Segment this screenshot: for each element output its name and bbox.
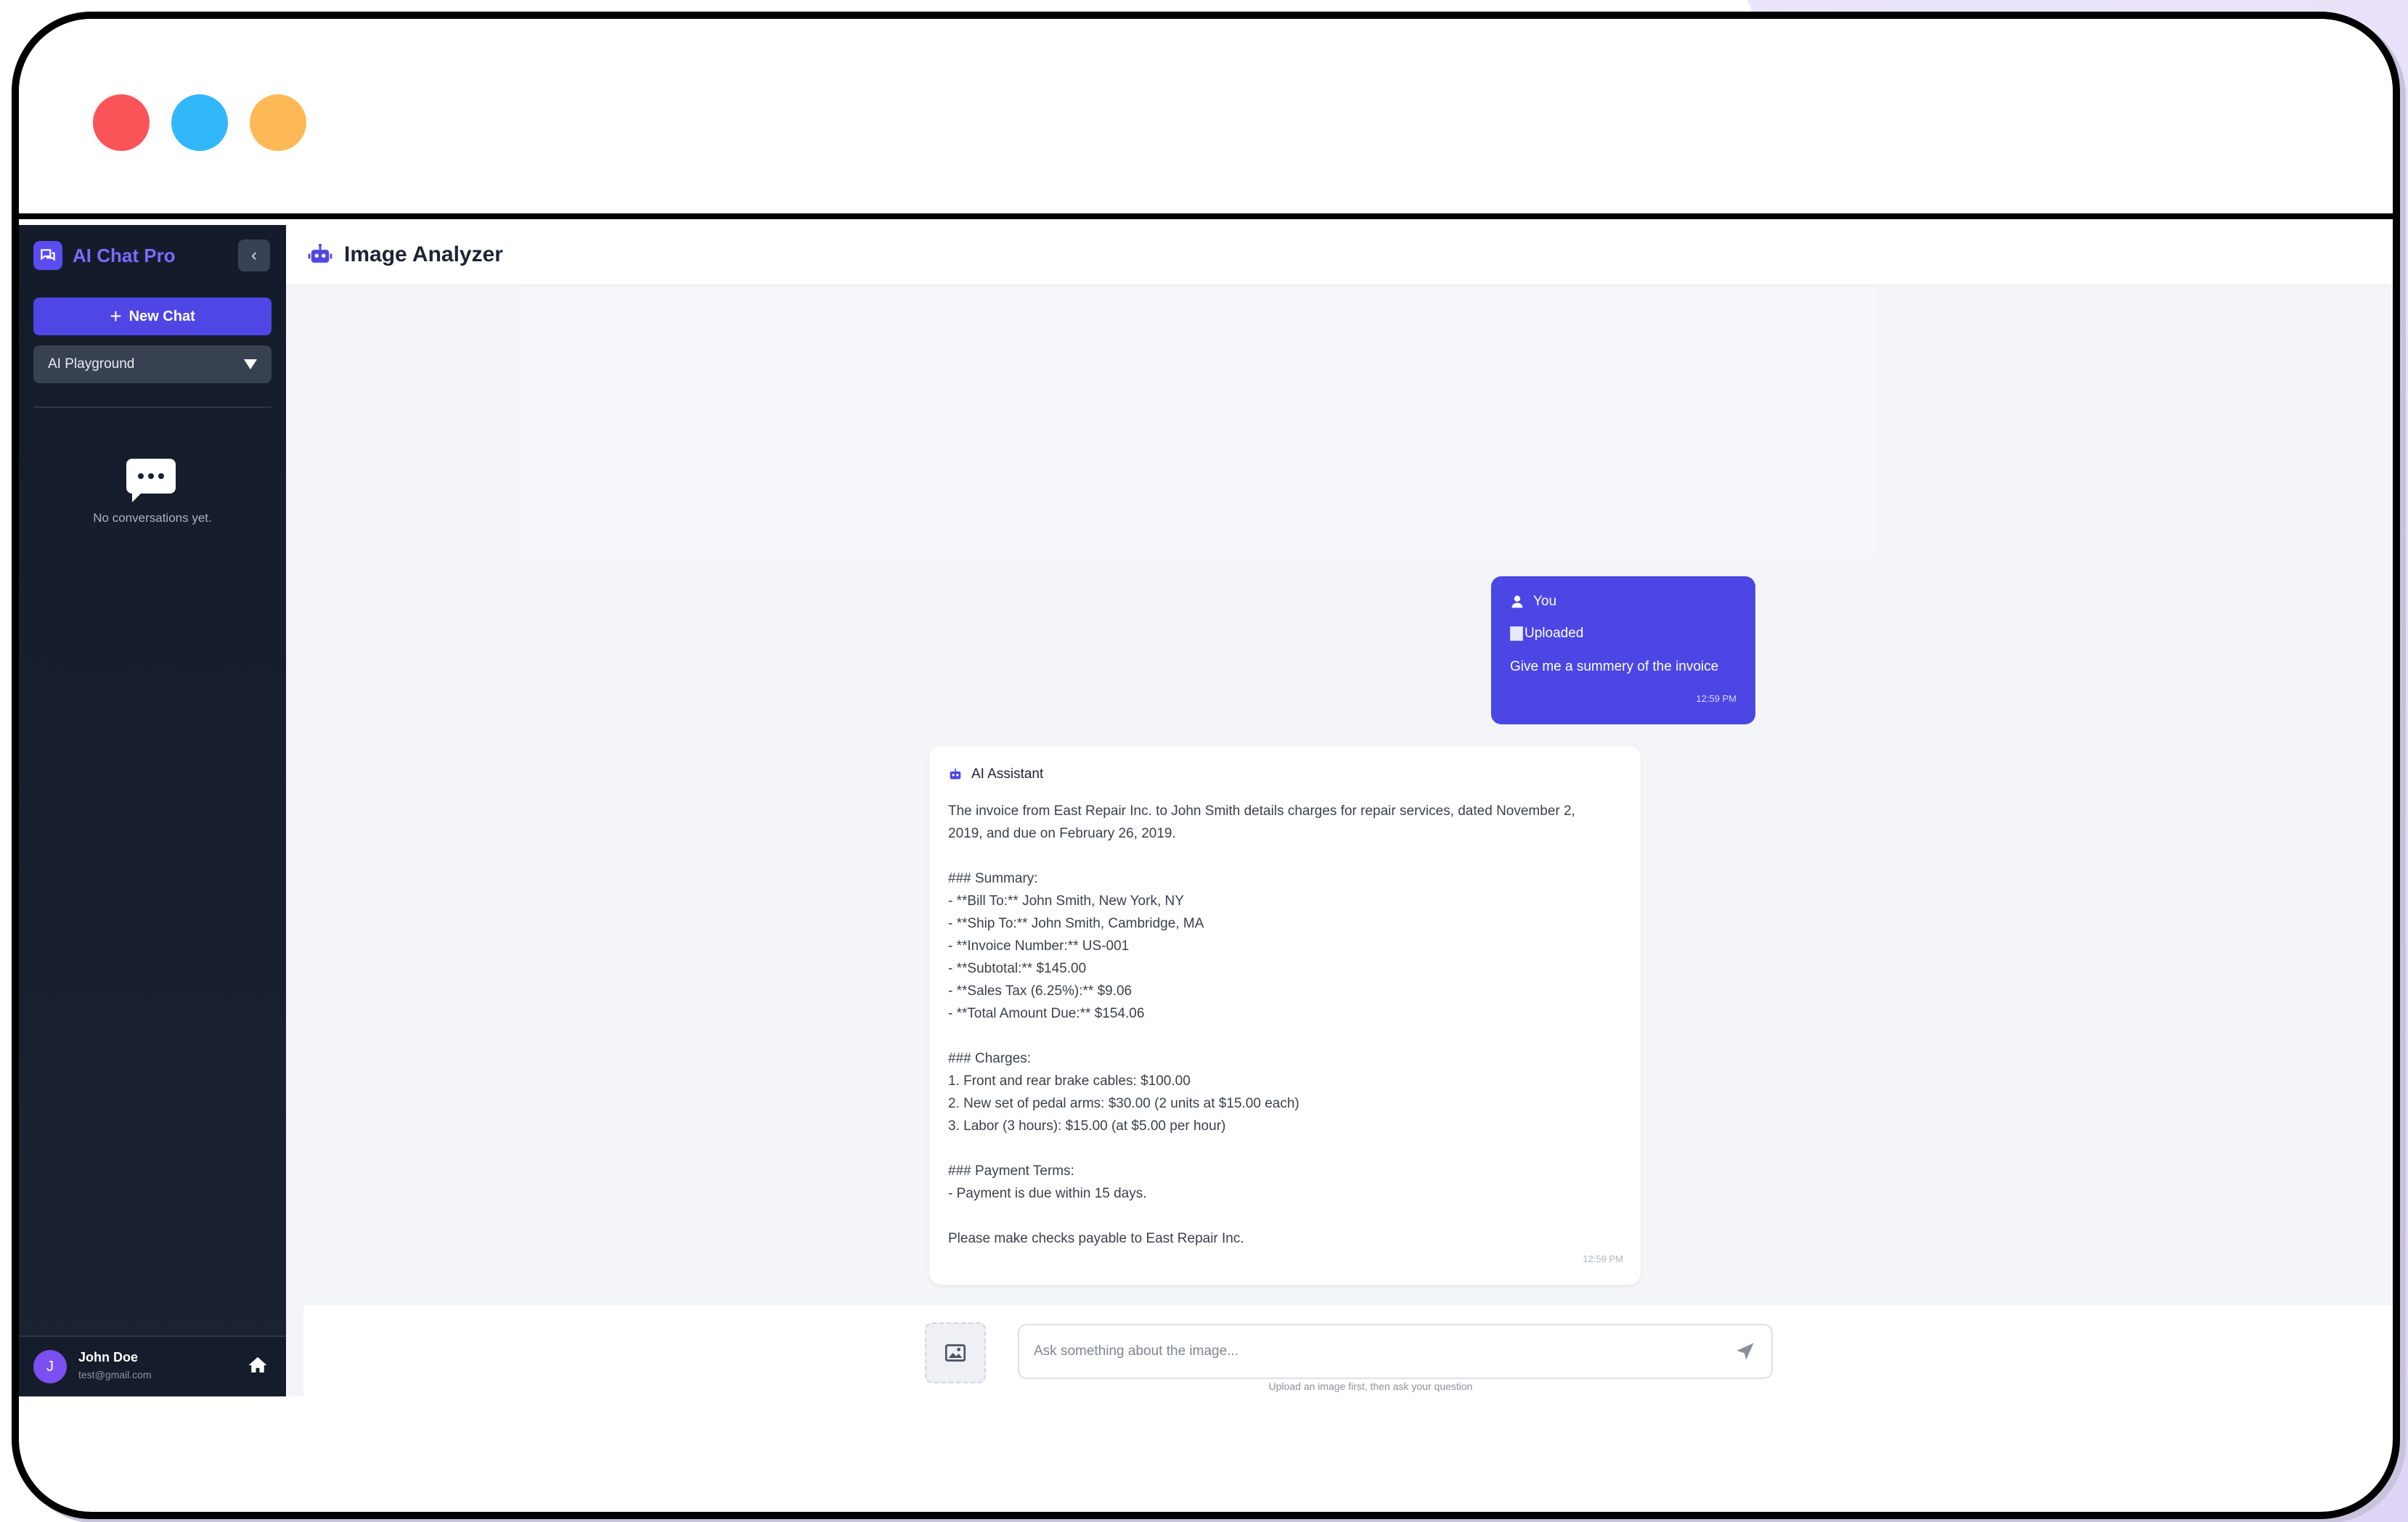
upload-image-button[interactable]	[925, 1322, 986, 1383]
robot-icon	[308, 244, 332, 263]
new-chat-button[interactable]: + New Chat	[33, 298, 272, 335]
new-chat-label: New Chat	[128, 308, 195, 324]
window-titlebar	[19, 19, 2393, 219]
robot-icon	[950, 768, 961, 780]
user-sender: You	[1533, 594, 1557, 609]
brand-name: AI Chat Pro	[73, 244, 176, 266]
assistant-message-time: 12:59 PM	[1583, 1253, 1623, 1264]
user-message-time: 12:59 PM	[1696, 693, 1736, 704]
uploaded-image-alt: Uploaded	[1525, 626, 1584, 641]
broken-image-icon	[1510, 626, 1523, 641]
empty-conversations-text: No conversations yet.	[93, 511, 212, 525]
user-message-text: Give me a summery of the invoice	[1510, 659, 1719, 674]
user-message-header: You	[1510, 594, 1736, 610]
assistant-message: AI Assistant The invoice from East Repai…	[929, 746, 1641, 1285]
brand[interactable]: AI Chat Pro	[33, 241, 176, 270]
uploaded-image: Uploaded	[1510, 626, 1736, 642]
user-email: test@gmail.com	[78, 1369, 152, 1380]
page-title: Image Analyzer	[344, 242, 503, 266]
collapse-sidebar-button[interactable]: ‹	[238, 240, 270, 271]
send-icon[interactable]	[1735, 1341, 1755, 1362]
sidebar: AI Chat Pro ‹ + New Chat AI Playground N…	[19, 225, 286, 1396]
image-icon	[945, 1344, 966, 1362]
app: AI Chat Pro ‹ + New Chat AI Playground N…	[19, 225, 2393, 1396]
question-input[interactable]	[1018, 1324, 1773, 1379]
user-icon	[1511, 595, 1523, 608]
image-preview-area	[518, 286, 1877, 556]
chat-bubbles-icon	[33, 241, 62, 270]
user-name: John Doe	[78, 1350, 139, 1365]
sidebar-divider	[33, 406, 272, 408]
assistant-message-text: The invoice from East Repair Inc. to Joh…	[948, 803, 1575, 1246]
user-profile: J John Doe test@gmail.com	[19, 1335, 286, 1396]
playground-label: AI Playground	[48, 356, 135, 372]
composer-hint: Upload an image first, then ask your que…	[1268, 1380, 1473, 1392]
dropdown-triangle-icon	[244, 359, 257, 369]
playground-select[interactable]: AI Playground	[33, 345, 272, 383]
avatar[interactable]: J	[33, 1350, 67, 1383]
chevron-left-icon: ‹	[251, 245, 257, 265]
home-icon[interactable]	[247, 1354, 269, 1376]
maximize-window-button[interactable]	[250, 94, 306, 151]
plus-icon: +	[110, 305, 122, 327]
minimize-window-button[interactable]	[171, 94, 228, 151]
main-panel: Image Analyzer You Uploaded Give me a su…	[286, 225, 2393, 1396]
header: Image Analyzer	[286, 225, 2393, 286]
user-message: You Uploaded Give me a summery of the in…	[1491, 576, 1755, 724]
speech-bubble-dots-icon	[126, 459, 176, 502]
assistant-message-header: AI Assistant	[948, 766, 1622, 782]
close-window-button[interactable]	[93, 94, 150, 151]
assistant-sender: AI Assistant	[971, 766, 1044, 782]
composer: Upload an image first, then ask your que…	[303, 1305, 2393, 1396]
app-window: AI Chat Pro ‹ + New Chat AI Playground N…	[12, 12, 2400, 1519]
